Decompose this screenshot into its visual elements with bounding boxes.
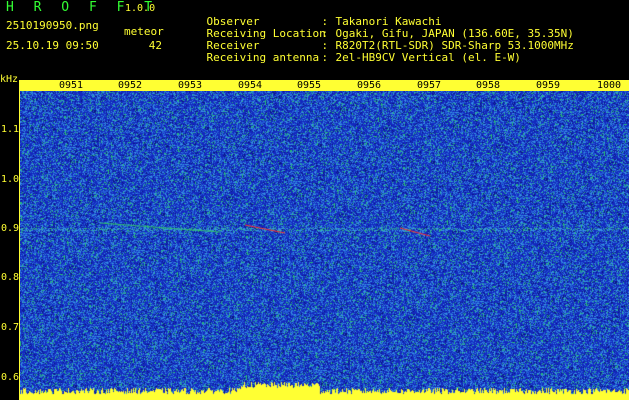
y-tick-label: 0.7 — [1, 322, 20, 333]
y-tick-label: 0.9 — [1, 223, 20, 234]
meta-key: Receiving antenna — [206, 51, 320, 64]
frequency-unit-label: kHz — [0, 74, 19, 85]
x-tick-label: 1000 — [596, 80, 623, 91]
x-tick-label: 0956 — [356, 80, 383, 91]
x-tick-label: 0954 — [237, 80, 264, 91]
file-name: 2510190950.png — [6, 19, 99, 32]
y-tick-label: 1.1 — [1, 124, 20, 135]
x-tick-label: 0955 — [296, 80, 323, 91]
x-tick-label: 0957 — [416, 80, 443, 91]
y-tick-label: 0.6 — [1, 372, 20, 383]
meta-separator: : — [321, 51, 329, 64]
x-tick-label: 0952 — [117, 80, 144, 91]
timestamp: 25.10.19 09:50 — [6, 39, 99, 52]
app-version: 1.0.0 — [125, 3, 156, 14]
frequency-axis-line — [19, 80, 20, 400]
x-tick-label: 0959 — [535, 80, 562, 91]
meta-value: 2el-HB9CV Vertical (el. E-W) — [335, 51, 521, 64]
meta-antenna: Receiving antenna:2el-HB9CV Vertical (el… — [180, 41, 521, 74]
hroft-window: H R O F F T 1.0.0 2510190950.png meteor … — [0, 0, 629, 400]
event-type-label: meteor — [124, 25, 164, 38]
x-tick-label: 0958 — [475, 80, 502, 91]
event-count: 42 — [148, 39, 162, 52]
x-tick-label: 0951 — [58, 80, 85, 91]
spectrogram-image — [20, 90, 629, 400]
x-tick-label: 0953 — [177, 80, 204, 91]
y-tick-label: 0.8 — [1, 272, 20, 283]
y-tick-label: 1.0 — [1, 174, 20, 185]
